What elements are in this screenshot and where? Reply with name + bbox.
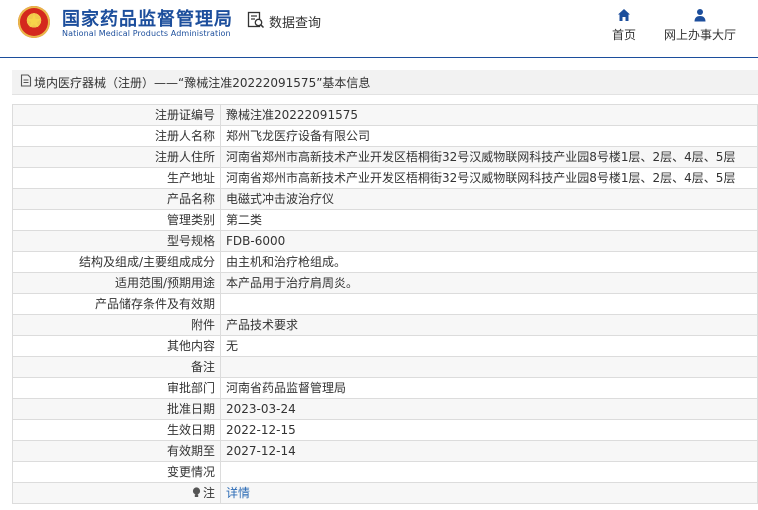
field-label: 注册人名称 (12, 125, 221, 147)
detail-row: 产品名称 电磁式冲击波治疗仪 (12, 188, 758, 210)
field-label: 管理类别 (12, 209, 221, 231)
note-label: 注 (202, 486, 215, 500)
field-label: 注册人住所 (12, 146, 221, 168)
detail-row: 有效期至 2027-12-14 (12, 440, 758, 462)
detail-row: 其他内容无 (12, 335, 758, 357)
field-value: 电磁式冲击波治疗仪 (220, 188, 758, 210)
home-icon (606, 7, 642, 23)
data-query-icon (247, 11, 265, 32)
breadcrumb-text: 境内医疗器械（注册）——“豫械注准20222091575”基本信息 (34, 75, 371, 90)
field-label: 审批部门 (12, 377, 221, 399)
field-value: 2023-03-24 (220, 398, 758, 420)
field-label: 批准日期 (12, 398, 221, 420)
detail-row: 审批部门 河南省药品监督管理局 (12, 377, 758, 399)
detail-row: 管理类别 第二类 (12, 209, 758, 231)
field-value: 本产品用于治疗肩周炎。 (220, 272, 758, 294)
field-value: 由主机和治疗枪组成。 (220, 251, 758, 273)
agency-name-en: National Medical Products Administration (62, 29, 231, 38)
field-label: 其他内容 (12, 335, 221, 357)
field-label: 注册证编号 (12, 104, 221, 126)
detail-row: 注册证编号 豫械注准20222091575 (12, 104, 758, 126)
field-label: 有效期至 (12, 440, 221, 462)
field-value (220, 461, 758, 483)
detail-row: 结构及组成/主要组成成分 由主机和治疗枪组成。 (12, 251, 758, 273)
data-query-label: 数据查询 (269, 15, 322, 31)
field-value: 产品技术要求 (220, 314, 758, 336)
nav-home-label: 首页 (611, 28, 636, 42)
site-header: 国家药品监督管理局 National Medical Products Admi… (0, 0, 758, 57)
field-value: FDB-6000 (220, 230, 758, 252)
nav-home[interactable]: 首页 (606, 7, 642, 43)
field-value: 2027-12-14 (220, 440, 758, 462)
field-label: 附件 (12, 314, 221, 336)
detail-row: 型号规格 FDB-6000 (12, 230, 758, 252)
field-label: 产品名称 (12, 188, 221, 210)
detail-row: 生效日期 2022-12-15 (12, 419, 758, 441)
field-value: 河南省郑州市高新技术产业开发区梧桐街32号汉威物联网科技产业园8号楼1层、2层、… (220, 167, 758, 189)
detail-row: 注册人名称 郑州飞龙医疗设备有限公司 (12, 125, 758, 147)
field-value: 无 (220, 335, 758, 357)
field-value: 河南省郑州市高新技术产业开发区梧桐街32号汉威物联网科技产业园8号楼1层、2层、… (220, 146, 758, 168)
field-label: 产品储存条件及有效期 (12, 293, 221, 315)
detail-row: 生产地址 河南省郑州市高新技术产业开发区梧桐街32号汉威物联网科技产业园8号楼1层… (12, 167, 758, 189)
field-value: 河南省药品监督管理局 (220, 377, 758, 399)
detail-row: 附件 产品技术要求 (12, 314, 758, 336)
bulb-icon (192, 486, 203, 500)
field-value: 2022-12-15 (220, 419, 758, 441)
field-label: 备注 (12, 356, 221, 378)
header-divider (0, 57, 758, 58)
detail-row: 批准日期 2023-03-24 (12, 398, 758, 420)
field-label: 生产地址 (12, 167, 221, 189)
note-value-cell: 详情 (220, 482, 758, 504)
registration-detail-table: 注册证编号 豫械注准20222091575 注册人名称 郑州飞龙医疗设备有限公司 注册人… (12, 104, 758, 504)
detail-row: 备注 (12, 356, 758, 378)
data-query-link[interactable]: 数据查询 (247, 11, 321, 31)
field-value (220, 356, 758, 378)
field-value (220, 293, 758, 315)
field-label: 生效日期 (12, 419, 221, 441)
field-label: 适用范围/预期用途 (12, 272, 221, 294)
note-row: 注详情 (12, 482, 758, 504)
nav-online-hall-label: 网上办事大厅 (663, 28, 736, 42)
detail-row: 注册人住所 河南省郑州市高新技术产业开发区梧桐街32号汉威物联网科技产业园8号楼1… (12, 146, 758, 168)
document-icon (20, 74, 32, 90)
detail-row: 变更情况 (12, 461, 758, 483)
detail-row: 产品储存条件及有效期 (12, 293, 758, 315)
details-link[interactable]: 详情 (226, 486, 250, 500)
field-value: 郑州飞龙医疗设备有限公司 (220, 125, 758, 147)
nav-online-hall[interactable]: 网上办事大厅 (660, 7, 740, 43)
breadcrumb: 境内医疗器械（注册）——“豫械注准20222091575”基本信息 (12, 70, 758, 95)
user-icon (660, 7, 740, 23)
field-label: 型号规格 (12, 230, 221, 252)
field-value: 豫械注准20222091575 (220, 104, 758, 126)
field-label: 结构及组成/主要组成成分 (12, 251, 221, 273)
national-emblem-logo (18, 6, 50, 38)
note-label-cell: 注 (12, 482, 221, 504)
field-label: 变更情况 (12, 461, 221, 483)
field-value: 第二类 (220, 209, 758, 231)
agency-name-cn[interactable]: 国家药品监督管理局 (62, 5, 233, 31)
detail-row: 适用范围/预期用途 本产品用于治疗肩周炎。 (12, 272, 758, 294)
